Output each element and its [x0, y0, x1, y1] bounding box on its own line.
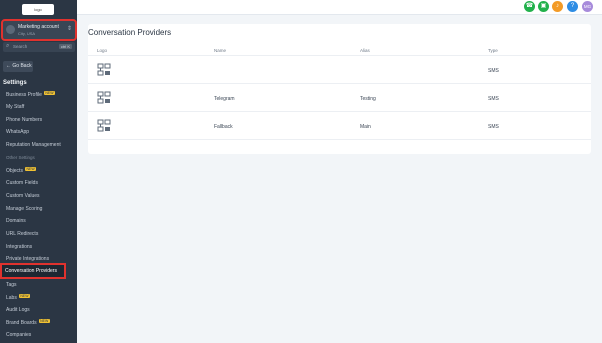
cell-type: SMS [488, 96, 499, 102]
sidebar-item-label: My Staff [6, 104, 25, 110]
go-back-button[interactable]: ← Go Back [3, 61, 33, 72]
account-switcher[interactable]: Marketing account City, USA ⇕ [1, 19, 77, 41]
shop-icon[interactable]: ▣ [538, 1, 549, 12]
sidebar-item-label: Tags [6, 282, 17, 288]
cell-name: Telegram [214, 96, 235, 102]
sidebar-item-objects[interactable]: Objects NEW [6, 167, 37, 174]
account-location: City, USA [18, 31, 36, 36]
sidebar: logo Marketing account City, USA ⇕ ⌕ Sea… [0, 0, 77, 343]
help-icon[interactable]: ? [567, 1, 578, 12]
sidebar-item-label: Audit Logs [6, 307, 30, 313]
sidebar-item-private-integrations[interactable]: Private Integrations [6, 256, 49, 262]
sidebar-item-conversation-providers[interactable]: Conversation Providers [0, 263, 66, 279]
sidebar-item-label: Domains [6, 218, 26, 224]
cell-type: SMS [488, 68, 499, 74]
sidebar-item-label: Objects [6, 168, 23, 174]
column-header-name: Name [214, 48, 227, 53]
provider-logo-icon [97, 119, 111, 133]
bell-icon[interactable]: ♪ [552, 1, 563, 12]
column-header-type: Type [488, 48, 498, 53]
sidebar-item-label: Custom Values [6, 193, 40, 199]
settings-heading: Settings [3, 80, 27, 86]
top-bar: ☎ ▣ ♪? MG [77, 0, 602, 15]
column-header-logo: Logo [97, 48, 108, 53]
sidebar-item-label: Reputation Management [6, 142, 61, 148]
sidebar-item-label: Integrations [6, 244, 33, 250]
sidebar-item-label: WhatsApp [6, 129, 30, 135]
sidebar-item-other-settings: Other Settings [6, 155, 35, 160]
table-row[interactable]: Telegram Testing SMS [88, 85, 591, 112]
sidebar-item-label: Business Profile [6, 92, 42, 98]
table-row[interactable]: Fallback Main SMS [88, 113, 591, 140]
sidebar-item-domains[interactable]: Domains [6, 218, 26, 224]
provider-logo-icon [97, 91, 111, 105]
search-icon: ⌕ [6, 43, 10, 49]
sidebar-item-label: Conversation Providers [5, 268, 57, 274]
new-badge: NEW [38, 319, 50, 323]
sidebar-search[interactable]: ⌕ Search ctrl K [3, 42, 75, 52]
chevron-updown-icon: ⇕ [66, 26, 72, 32]
sidebar-item-label: Labs [6, 295, 17, 301]
sidebar-item-label: Companies [6, 332, 32, 338]
sidebar-item-custom-values[interactable]: Custom Values [6, 193, 40, 199]
sidebar-item-whatsapp[interactable]: WhatsApp [6, 129, 29, 135]
table-header: Logo Name Alias Type [88, 46, 591, 56]
sidebar-item-label: Custom Fields [6, 180, 38, 186]
sidebar-item-phone-numbers[interactable]: Phone Numbers [6, 117, 42, 123]
new-badge: NEW [24, 167, 37, 171]
sidebar-item-integrations[interactable]: Integrations [6, 244, 32, 250]
sidebar-item-label: Brand Boards [6, 320, 37, 326]
phone-icon[interactable]: ☎ [524, 1, 535, 12]
sidebar-item-companies[interactable]: Companies [6, 332, 31, 338]
new-badge: NEW [18, 294, 31, 298]
sidebar-item-tags[interactable]: Tags [6, 282, 17, 288]
sidebar-item-label: Private Integrations [6, 256, 50, 262]
user-avatar-icon[interactable]: MG [582, 1, 593, 12]
sidebar-item-business-profile[interactable]: Business Profile NEW [6, 91, 56, 98]
sidebar-item-brand-boards[interactable]: Brand Boards NEW [6, 319, 50, 326]
sidebar-item-audit-logs[interactable]: Audit Logs [6, 307, 30, 313]
sidebar-item-manage-scoring[interactable]: Manage Scoring [6, 206, 42, 212]
search-shortcut: ctrl K [58, 44, 72, 49]
page-title: Conversation Providers [88, 28, 172, 37]
sidebar-item-my-staff[interactable]: My Staff [6, 104, 24, 110]
table-row[interactable]: SMS [88, 57, 591, 84]
cell-type: SMS [488, 124, 499, 130]
sidebar-item-label: Manage Scoring [6, 206, 43, 212]
cell-alias: Testing [360, 96, 376, 102]
account-name: Marketing account [18, 24, 59, 30]
provider-logo-icon [97, 63, 111, 77]
sidebar-item-label: URL Redirects [6, 231, 39, 237]
sidebar-item-label: Phone Numbers [6, 117, 43, 123]
company-logo[interactable]: logo [22, 4, 54, 15]
sidebar-item-url-redirects[interactable]: URL Redirects [6, 231, 38, 237]
sidebar-item-reputation-management[interactable]: Reputation Management [6, 142, 61, 148]
sidebar-item-label: Other Settings [6, 155, 35, 160]
new-badge: NEW [43, 91, 56, 95]
account-avatar [6, 25, 15, 34]
column-header-alias: Alias [360, 48, 370, 53]
sidebar-item-custom-fields[interactable]: Custom Fields [6, 180, 38, 186]
search-placeholder: Search [13, 44, 28, 49]
sidebar-item-labs[interactable]: Labs NEW [6, 294, 31, 301]
conversation-providers-card: Conversation Providers Logo Name Alias T… [88, 24, 591, 154]
cell-alias: Main [360, 124, 371, 130]
cell-name: Fallback [214, 124, 233, 130]
